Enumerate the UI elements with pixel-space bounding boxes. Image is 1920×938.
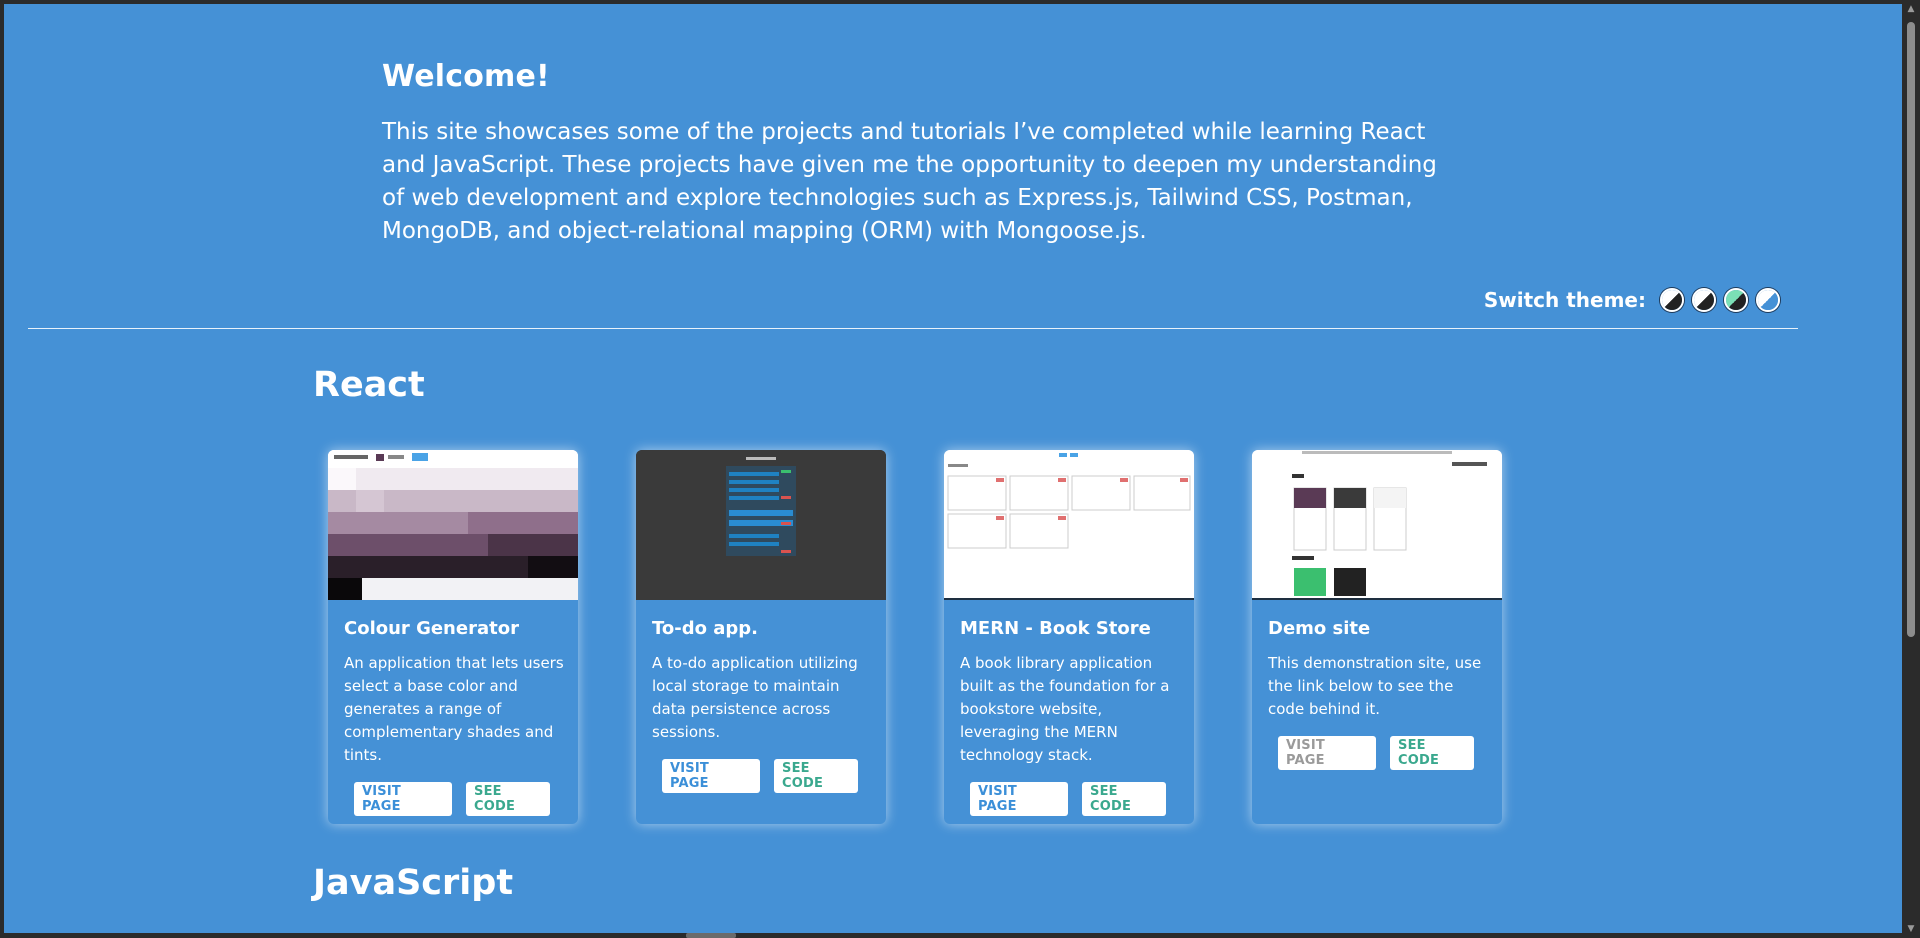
- theme-label: Switch theme:: [1483, 288, 1646, 312]
- card-title: To-do app.: [652, 618, 758, 639]
- card-description: An application that lets users select a …: [344, 654, 564, 764]
- javascript-section-title: JavaScript: [313, 863, 514, 903]
- theme-switcher: Switch theme:: [1484, 288, 1780, 312]
- visit-page-button[interactable]: VISIT PAGE: [970, 782, 1068, 816]
- dark-theme-icon[interactable]: [1692, 288, 1716, 312]
- visit-page-button[interactable]: VISIT PAGE: [1278, 736, 1376, 770]
- blue-theme-icon[interactable]: [1756, 288, 1780, 312]
- see-code-button[interactable]: SEE CODE: [466, 782, 550, 816]
- welcome-heading: Welcome!: [382, 59, 550, 94]
- see-code-button[interactable]: SEE CODE: [1390, 736, 1474, 770]
- react-project-cards: Colour Generator An application that let…: [328, 450, 1502, 824]
- card-actions: VISIT PAGE SEE CODE: [1278, 736, 1474, 770]
- card-actions: VISIT PAGE SEE CODE: [662, 759, 858, 793]
- card-description: A to-do application utilizing local stor…: [652, 654, 858, 741]
- resize-handle[interactable]: [686, 933, 736, 938]
- see-code-button[interactable]: SEE CODE: [774, 759, 858, 793]
- todo-app-screenshot[interactable]: [636, 450, 886, 600]
- project-card-colour-generator: Colour Generator An application that let…: [328, 450, 578, 824]
- scroll-up-arrow-icon[interactable]: ▲: [1906, 4, 1916, 14]
- card-description: A book library application built as the …: [960, 654, 1170, 764]
- intro-section: Welcome! This site showcases some of the…: [382, 59, 1462, 248]
- scrollbar-thumb[interactable]: [1907, 22, 1915, 637]
- project-card-todo-app: To-do app. A to-do application utilizing…: [636, 450, 886, 824]
- card-title: MERN - Book Store: [960, 618, 1151, 639]
- visit-page-button[interactable]: VISIT PAGE: [354, 782, 452, 816]
- project-card-mern-book-store: MERN - Book Store A book library applica…: [944, 450, 1194, 824]
- react-section-title: React: [313, 365, 425, 405]
- page-viewport: Welcome! This site showcases some of the…: [4, 4, 1902, 933]
- visit-page-button[interactable]: VISIT PAGE: [662, 759, 760, 793]
- see-code-button[interactable]: SEE CODE: [1082, 782, 1166, 816]
- section-divider: [28, 328, 1798, 329]
- light-theme-icon[interactable]: [1660, 288, 1684, 312]
- card-title: Colour Generator: [344, 618, 519, 639]
- book-store-screenshot[interactable]: [944, 450, 1194, 600]
- demo-site-screenshot[interactable]: [1252, 450, 1502, 600]
- project-card-demo-site: Demo site This demonstration site, use t…: [1252, 450, 1502, 824]
- card-actions: VISIT PAGE SEE CODE: [970, 782, 1166, 816]
- card-actions: VISIT PAGE SEE CODE: [354, 782, 550, 816]
- scroll-down-arrow-icon[interactable]: ▼: [1906, 924, 1916, 934]
- intro-paragraph: This site showcases some of the projects…: [382, 119, 1437, 244]
- colour-generator-screenshot[interactable]: [328, 450, 578, 600]
- green-theme-icon[interactable]: [1724, 288, 1748, 312]
- card-description: This demonstration site, use the link be…: [1268, 654, 1482, 718]
- card-title: Demo site: [1268, 618, 1371, 639]
- vertical-scrollbar[interactable]: ▲ ▼: [1902, 0, 1920, 938]
